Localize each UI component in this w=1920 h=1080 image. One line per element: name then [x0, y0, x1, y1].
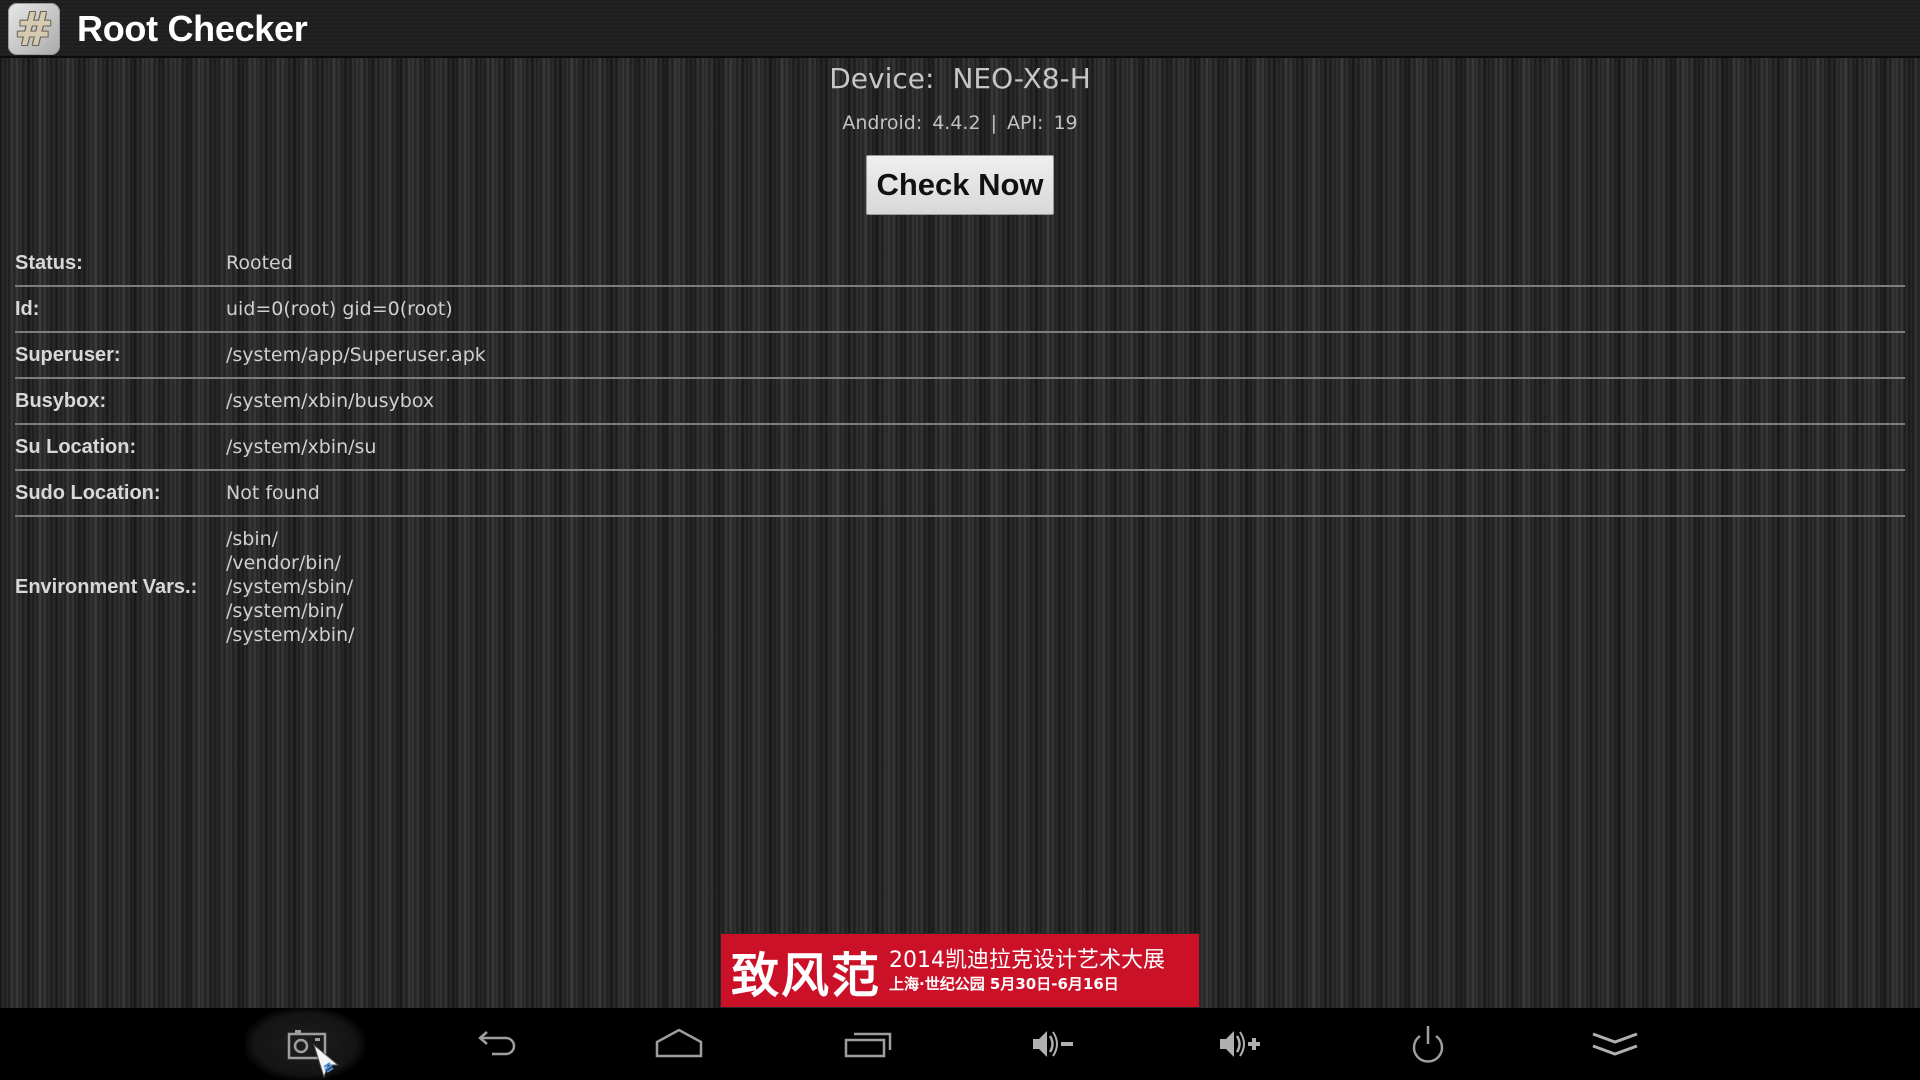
- mouse-cursor-icon: [313, 1043, 340, 1079]
- row-value: /system/xbin/su: [226, 436, 377, 458]
- back-button[interactable]: [432, 1008, 552, 1080]
- navigation-bar: [0, 1008, 1920, 1080]
- row-label: Id:: [15, 297, 40, 320]
- android-version-line: Android: 4.4.2 | API: 19: [0, 112, 1920, 134]
- volume-up-button[interactable]: [1182, 1008, 1302, 1080]
- api-level: 19: [1053, 112, 1078, 134]
- device-name: NEO-X8-H: [952, 62, 1091, 95]
- env-var-item: /sbin/: [226, 528, 279, 550]
- screenshot-button[interactable]: [245, 1008, 365, 1080]
- row-label: Su Location:: [15, 435, 137, 458]
- info-row-superuser: Superuser: /system/app/Superuser.apk: [15, 333, 1905, 379]
- env-var-item: /system/sbin/: [226, 576, 354, 598]
- hash-icon[interactable]: #: [8, 2, 60, 56]
- info-row-busybox: Busybox: /system/xbin/busybox: [15, 379, 1905, 425]
- app-title: Root Checker: [77, 8, 308, 49]
- info-row-environment-vars: Environment Vars.: /sbin/ /vendor/bin/ /…: [15, 517, 1905, 647]
- row-label: Superuser:: [15, 343, 121, 366]
- check-now-button[interactable]: Check Now: [866, 155, 1054, 215]
- power-icon: [1412, 1026, 1444, 1063]
- info-row-id: Id: uid=0(root) gid=0(root): [15, 287, 1905, 333]
- ad-line-2: 上海·世纪公园 5月30日-6月16日: [889, 974, 1119, 993]
- row-value: /system/app/Superuser.apk: [226, 344, 486, 366]
- separator: |: [990, 112, 997, 134]
- info-row-su-location: Su Location: /system/xbin/su: [15, 425, 1905, 471]
- row-label: Environment Vars.:: [15, 575, 198, 598]
- hide-navbar-button[interactable]: [1555, 1008, 1675, 1080]
- ad-headline: 致风范: [731, 947, 882, 1004]
- row-label: Status:: [15, 251, 83, 274]
- android-label: Android:: [842, 112, 923, 134]
- power-button[interactable]: [1368, 1008, 1488, 1080]
- volume-down-icon: [1033, 1031, 1073, 1057]
- volume-up-icon: [1220, 1031, 1260, 1057]
- device-label: Device:: [829, 62, 935, 95]
- env-var-item: /system/bin/: [226, 600, 344, 622]
- info-row-status: Status: Rooted: [15, 241, 1905, 287]
- env-var-item: /vendor/bin/: [226, 552, 342, 574]
- row-value: Rooted: [226, 252, 293, 274]
- row-value: Not found: [226, 482, 320, 504]
- env-vars-list: /sbin/ /vendor/bin/ /system/sbin/ /syste…: [226, 527, 355, 647]
- recent-apps-button[interactable]: [808, 1008, 928, 1080]
- info-row-sudo-location: Sudo Location: Not found: [15, 471, 1905, 517]
- env-var-item: /system/xbin/: [226, 624, 355, 646]
- double-chevron-down-icon: [1592, 1032, 1638, 1056]
- back-arrow-icon: [478, 1031, 516, 1056]
- row-value: uid=0(root) gid=0(root): [226, 298, 453, 320]
- api-label: API:: [1006, 112, 1044, 134]
- info-table: Status: Rooted Id: uid=0(root) gid=0(roo…: [15, 241, 1905, 647]
- home-button[interactable]: [619, 1008, 739, 1080]
- row-value: /system/xbin/busybox: [226, 390, 435, 412]
- volume-down-button[interactable]: [995, 1008, 1115, 1080]
- device-line: Device: NEO-X8-H: [0, 62, 1920, 95]
- ad-line-1: 2014凯迪拉克设计艺术大展: [889, 947, 1166, 973]
- recent-apps-icon: [844, 1032, 892, 1058]
- ad-banner[interactable]: 致风范 2014凯迪拉克设计艺术大展 上海·世纪公园 5月30日-6月16日: [720, 933, 1200, 1008]
- row-label: Busybox:: [15, 389, 107, 412]
- android-version: 4.4.2: [932, 112, 981, 134]
- action-bar: # Root Checker: [0, 0, 1920, 58]
- row-label: Sudo Location:: [15, 481, 161, 504]
- home-icon: [655, 1028, 703, 1058]
